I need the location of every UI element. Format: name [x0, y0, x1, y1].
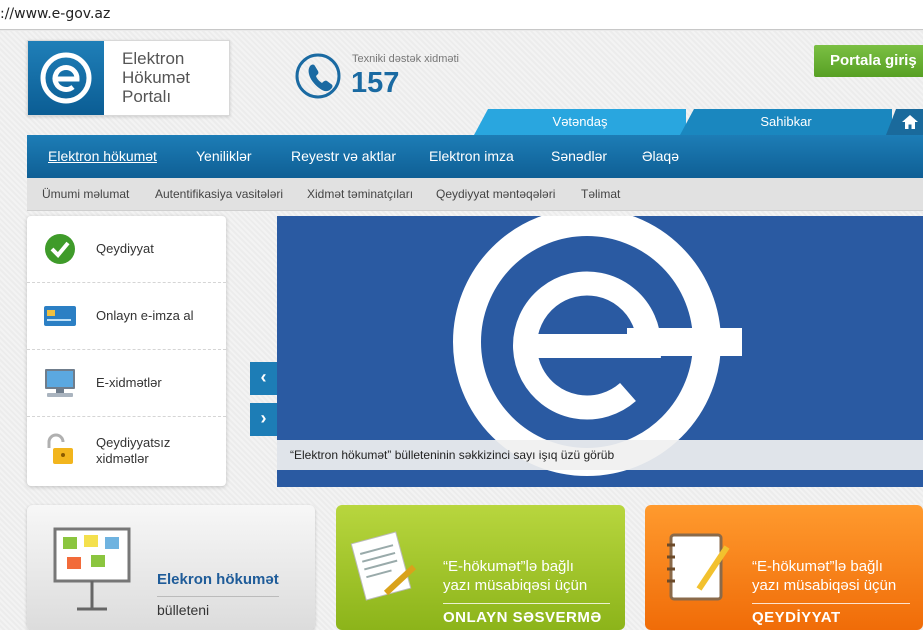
side-item-label: E-xidmətlər — [96, 375, 162, 390]
nav-news[interactable]: Yeniliklər — [196, 148, 252, 164]
chevron-left-icon: ‹ — [260, 367, 267, 387]
subnav-instructions[interactable]: Təlimat — [581, 187, 620, 201]
register-tile-text: “E-hökumət”lə bağlı yazı müsabiqəsi üçün — [752, 558, 897, 594]
tab-business[interactable]: Sahibkar — [680, 109, 892, 135]
address-url[interactable]: ://www.e-gov.az — [0, 6, 110, 22]
bulletin-tile[interactable]: Elekron hökumət bülleteni — [27, 505, 315, 630]
main-navigation: Elektron hökumət Yeniliklər Reyestr və a… — [27, 135, 923, 178]
support-number: 157 — [351, 67, 400, 99]
side-item-label: Qeydiyyat — [96, 241, 154, 256]
computer-icon — [45, 369, 75, 397]
bulletin-subtitle: bülleteni — [157, 602, 210, 618]
subnav-general-info[interactable]: Ümumi məlumat — [42, 187, 129, 201]
side-item-unregistered-services[interactable]: Qeydiyyatsız xidmətlər — [27, 417, 226, 484]
id-card-icon — [44, 306, 76, 326]
subnav-authentication[interactable]: Autentifikasiya vasitələri — [155, 187, 283, 201]
logo-title: Elektron Hökumət Portalı — [122, 49, 191, 106]
presentation-board-icon — [53, 527, 131, 611]
phone-icon — [295, 53, 341, 99]
nav-documents[interactable]: Sənədlər — [551, 148, 607, 164]
slider-next-button[interactable]: › — [250, 403, 277, 436]
slider-prev-button[interactable]: ‹ — [250, 362, 277, 395]
side-item-eservices[interactable]: E-xidmətlər — [27, 350, 226, 417]
home-icon — [902, 115, 918, 129]
document-pencil-icon — [350, 531, 417, 601]
unlocked-padlock-icon — [47, 433, 73, 464]
sub-navigation: Ümumi məlumat Autentifikasiya vasitələri… — [27, 178, 923, 211]
address-bar[interactable]: ://www.e-gov.az — [0, 0, 923, 30]
slide-caption[interactable]: “Elektron hökumət” bülleteninin səkkizin… — [290, 448, 614, 462]
subnav-registration-points[interactable]: Qeydiyyat məntəqələri — [436, 187, 555, 201]
vote-tile-text: “E-hökumət”lə bağlı yazı müsabiqəsi üçün — [443, 558, 588, 594]
bulletin-title: Elekron hökumət — [157, 571, 279, 588]
side-item-registration[interactable]: Qeydiyyat — [27, 216, 226, 283]
checkmark-icon — [45, 234, 75, 264]
tab-citizen[interactable]: Vətəndaş — [474, 109, 686, 135]
chevron-right-icon: › — [260, 408, 267, 428]
nav-electronic-government[interactable]: Elektron hökumət — [48, 148, 157, 164]
online-voting-link[interactable]: ONLAYN SƏSVERMƏ — [443, 609, 602, 626]
registration-tile[interactable]: “E-hökumət”lə bağlı yazı müsabiqəsi üçün… — [645, 505, 923, 630]
registration-link[interactable]: QEYDİYYAT — [752, 609, 841, 626]
support-label: Texniki dəstək xidməti — [352, 53, 459, 65]
nav-electronic-signature[interactable]: Elektron imza — [429, 148, 514, 164]
portal-login-button[interactable]: Portala giriş — [814, 45, 923, 77]
divider — [752, 603, 910, 604]
side-menu: Qeydiyyat Onlayn e-imza al E-xidmətlər Q… — [27, 216, 226, 486]
portal-page: Elektron Hökumət Portalı Texniki dəstək … — [0, 31, 923, 630]
divider — [443, 603, 610, 604]
slide-caption-bar: “Elektron hökumət” bülleteninin səkkizin… — [277, 440, 923, 470]
nav-contact[interactable]: Əlaqə — [642, 148, 679, 164]
portal-logo[interactable]: Elektron Hökumət Portalı — [27, 40, 230, 116]
news-slider[interactable]: “Elektron hökumət” bülleteninin səkkizin… — [277, 216, 923, 487]
subnav-service-providers[interactable]: Xidmət təminatçıları — [307, 187, 413, 201]
nav-registry-acts[interactable]: Reyestr və aktlar — [291, 148, 396, 164]
side-item-online-esignature[interactable]: Onlayn e-imza al — [27, 283, 226, 350]
e-logo-icon — [28, 41, 104, 115]
side-item-label: Onlayn e-imza al — [96, 308, 194, 323]
online-voting-tile[interactable]: “E-hökumət”lə bağlı yazı müsabiqəsi üçün… — [336, 505, 625, 630]
side-item-label: Qeydiyyatsız xidmətlər — [96, 435, 171, 466]
divider — [157, 596, 279, 597]
notebook-pencil-icon — [667, 533, 730, 601]
